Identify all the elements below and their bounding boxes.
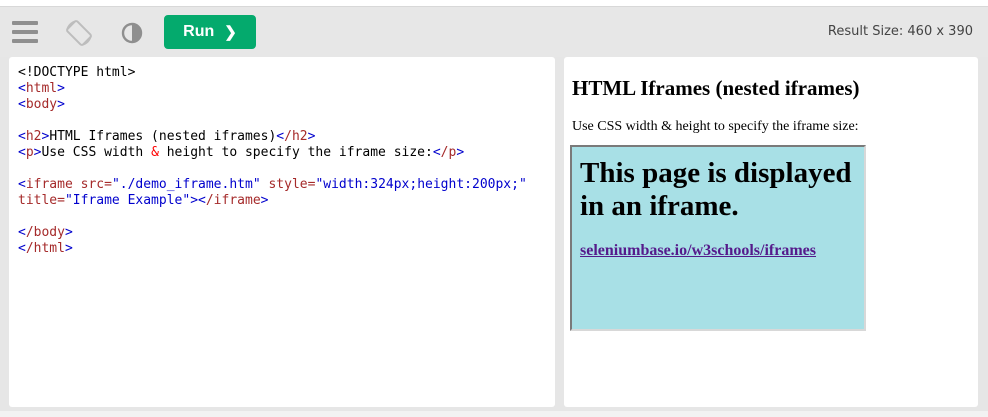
result-paragraph: Use CSS width & height to specify the if… [572,119,859,134]
toolbar: Run ❯ Result Size: 460 x 390 [0,7,988,57]
code-editor[interactable]: <!DOCTYPE html> <html> <body> <h2>HTML I… [9,57,555,407]
iframe-link[interactable]: seleniumbase.io/w3schools/iframes [580,242,816,260]
code-content[interactable]: <!DOCTYPE html> <html> <body> <h2>HTML I… [9,57,555,265]
top-strip [0,0,988,7]
chevron-right-icon: ❯ [224,24,237,41]
result-size-label: Result Size: 460 x 390 [827,24,973,39]
iframe-heading: This page is displayed in an iframe. [580,157,852,222]
result-pane: HTML Iframes (nested iframes) Use CSS wi… [564,57,978,407]
run-button[interactable]: Run ❯ [164,15,256,49]
rotate-icon[interactable] [64,18,94,48]
run-button-label: Run [183,23,215,40]
contrast-icon[interactable] [121,22,143,44]
pane-resize-handle[interactable] [555,57,564,407]
menu-icon[interactable] [12,21,38,43]
result-heading: HTML Iframes (nested iframes) [572,76,860,100]
nested-iframe: This page is displayed in an iframe. sel… [570,145,866,331]
bottom-strip [0,411,988,417]
